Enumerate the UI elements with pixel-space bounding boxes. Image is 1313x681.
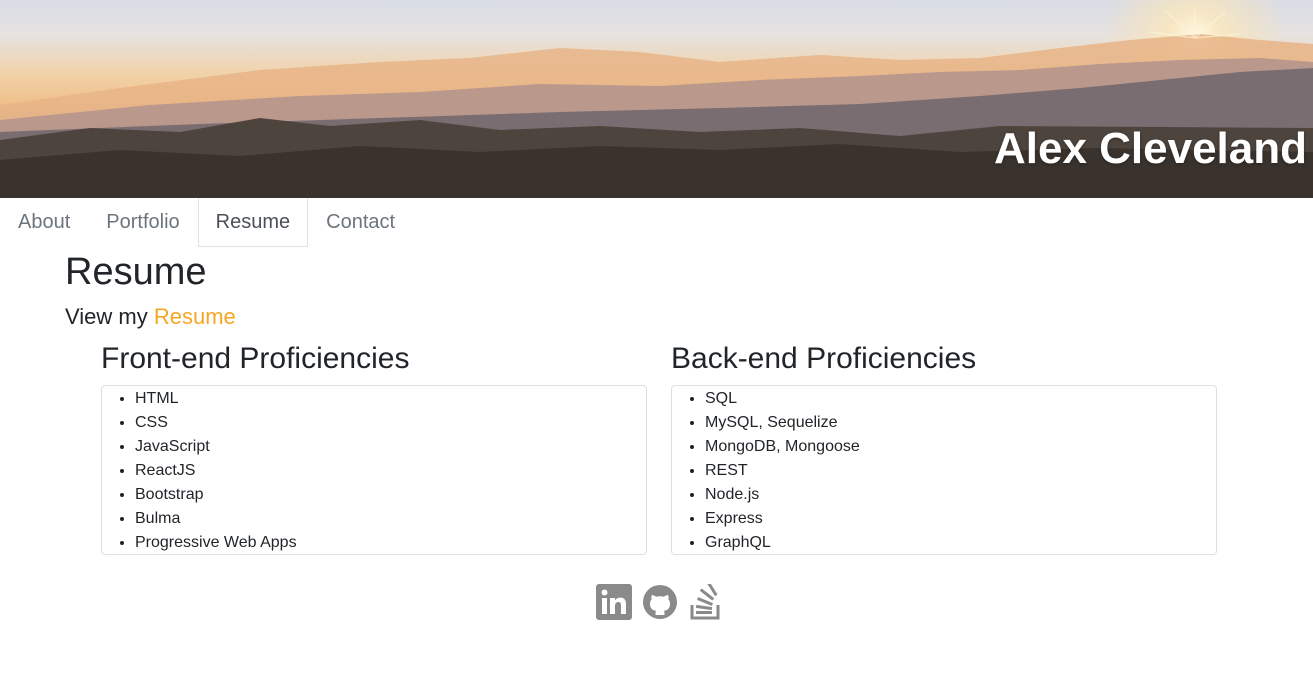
list-item: Node.js — [705, 483, 1216, 507]
frontend-list: HTML CSS JavaScript ReactJS Bootstrap Bu… — [102, 387, 646, 555]
frontend-card: HTML CSS JavaScript ReactJS Bootstrap Bu… — [101, 385, 647, 555]
list-item: CSS — [135, 411, 646, 435]
list-item: ReactJS — [135, 459, 646, 483]
site-title: Alex Cleveland — [993, 124, 1307, 173]
frontend-section: Front-end Proficiencies HTML CSS JavaScr… — [101, 340, 647, 555]
social-links — [596, 580, 724, 620]
list-item: MongoDB, Mongoose — [705, 435, 1216, 459]
backend-card: SQL MySQL, Sequelize MongoDB, Mongoose R… — [671, 385, 1217, 555]
list-item: Bootstrap — [135, 483, 646, 507]
list-item: REST — [705, 459, 1216, 483]
tab-portfolio[interactable]: Portfolio — [88, 198, 197, 247]
tab-resume[interactable]: Resume — [197, 198, 309, 247]
backend-section: Back-end Proficiencies SQL MySQL, Sequel… — [671, 340, 1217, 555]
list-item: MySQL, Sequelize — [705, 411, 1216, 435]
hero-banner: Alex Cleveland — [0, 0, 1313, 198]
linkedin-link[interactable] — [596, 584, 632, 620]
list-item: GraphQL — [705, 531, 1216, 555]
main-nav: About Portfolio Resume Contact — [0, 198, 413, 247]
github-link[interactable] — [642, 584, 678, 620]
resume-link[interactable]: Resume — [154, 304, 236, 329]
page-title: Resume — [65, 251, 207, 293]
list-item: Bulma — [135, 507, 646, 531]
linkedin-icon — [596, 584, 632, 620]
list-item: Progressive Web Apps — [135, 531, 646, 555]
github-icon — [643, 585, 677, 619]
backend-list: SQL MySQL, Sequelize MongoDB, Mongoose R… — [672, 387, 1216, 555]
frontend-heading: Front-end Proficiencies — [101, 342, 410, 375]
stackoverflow-icon — [690, 580, 720, 620]
view-resume-prefix: View my — [65, 304, 154, 329]
tab-contact[interactable]: Contact — [308, 198, 413, 247]
list-item: HTML — [135, 387, 646, 411]
stackoverflow-link[interactable] — [688, 580, 724, 620]
backend-heading: Back-end Proficiencies — [671, 342, 977, 375]
list-item: SQL — [705, 387, 1216, 411]
list-item: JavaScript — [135, 435, 646, 459]
view-resume-line: View my Resume — [65, 303, 236, 331]
tab-about[interactable]: About — [0, 198, 88, 247]
list-item: Express — [705, 507, 1216, 531]
